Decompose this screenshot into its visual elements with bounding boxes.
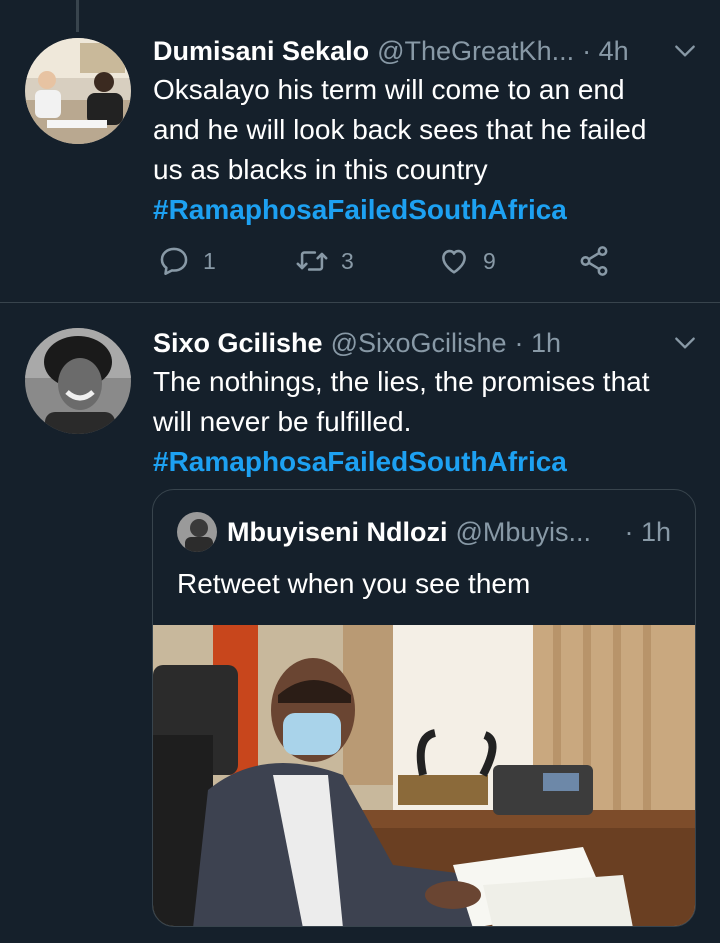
- reply-button[interactable]: 1: [157, 244, 216, 278]
- quoted-author-name[interactable]: Mbuyiseni Ndlozi: [227, 517, 448, 548]
- retweet-button[interactable]: 3: [295, 244, 354, 278]
- reply-icon: [160, 247, 188, 276]
- author-handle[interactable]: @TheGreatKh...: [377, 36, 574, 67]
- author-name[interactable]: Sixo Gcilishe: [153, 328, 323, 359]
- share-button[interactable]: [577, 244, 611, 278]
- quoted-tweet-time[interactable]: · 1h: [624, 517, 671, 548]
- author-name[interactable]: Dumisani Sekalo: [153, 36, 369, 67]
- tweet-text-line: and he will look back sees that he faile…: [153, 114, 647, 145]
- tweet-text-line: will never be fulfilled.: [153, 406, 412, 437]
- quoted-author-handle[interactable]: @Mbuyis...: [456, 517, 591, 548]
- tweet-1[interactable]: Dumisani Sekalo @TheGreatKh... · 4h Oksa…: [0, 0, 720, 303]
- tweet-text-line: Oksalayo his term will come to an end: [153, 74, 625, 105]
- tweet-text-line: The nothings, the lies, the promises tha…: [153, 366, 650, 397]
- avatar[interactable]: [25, 38, 131, 144]
- chevron-down-icon[interactable]: [672, 330, 698, 356]
- retweet-icon: [296, 251, 328, 271]
- heart-icon: [442, 249, 466, 274]
- tweet-time[interactable]: · 1h: [515, 328, 562, 359]
- hashtag-link[interactable]: #RamaphosaFailedSouthAfrica: [153, 442, 698, 482]
- like-button[interactable]: 9: [437, 244, 496, 278]
- like-count: 9: [483, 247, 496, 274]
- tweet-2[interactable]: Sixo Gcilishe @SixoGcilishe · 1h The not…: [0, 304, 720, 943]
- avatar[interactable]: [25, 328, 131, 434]
- hashtag-link[interactable]: #RamaphosaFailedSouthAfrica: [153, 190, 698, 230]
- tweet-text-line: us as blacks in this country: [153, 154, 488, 185]
- reply-count: 1: [203, 247, 216, 274]
- quoted-tweet-text: Retweet when you see them: [177, 568, 531, 599]
- quoted-avatar[interactable]: [177, 512, 217, 552]
- tweet-actions: 1 3 9: [153, 244, 633, 284]
- retweet-count: 3: [341, 247, 354, 274]
- quoted-tweet[interactable]: Mbuyiseni Ndlozi @Mbuyis... · 1h Retweet…: [152, 489, 696, 927]
- quoted-tweet-photo[interactable]: [153, 625, 695, 926]
- author-handle[interactable]: @SixoGcilishe: [331, 328, 507, 359]
- tweet-time[interactable]: · 4h: [582, 36, 629, 67]
- chevron-down-icon[interactable]: [672, 38, 698, 64]
- share-icon: [580, 246, 608, 276]
